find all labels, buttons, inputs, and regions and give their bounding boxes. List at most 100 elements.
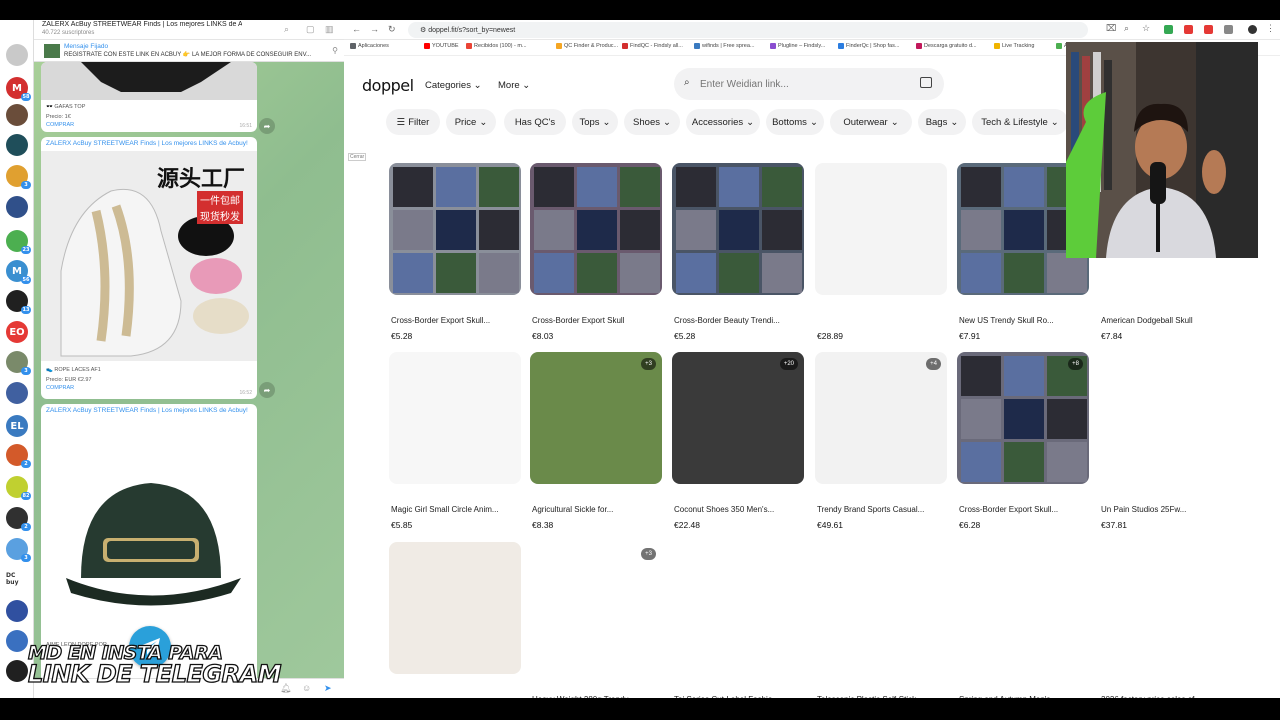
filter-chip[interactable]: Tops ⌄ <box>572 109 618 135</box>
filter-chip[interactable]: Has QC's <box>504 109 566 135</box>
url-field[interactable]: ⚙ doppel.fit/s?sort_by=newest <box>408 22 1088 38</box>
back-icon[interactable]: ← <box>352 24 361 34</box>
filter-label: Price <box>454 116 477 128</box>
chat-folder-avatar[interactable]: 2 <box>6 507 31 531</box>
comments-icon[interactable]: ▢ <box>306 24 315 35</box>
product-image <box>1099 542 1231 674</box>
browser-menu-icon[interactable]: ⋮ <box>1266 23 1275 34</box>
chat-folder-avatar[interactable]: 13 <box>6 290 31 314</box>
chat-folder-avatar[interactable]: M 58 <box>6 77 31 101</box>
bookmark-item[interactable]: QC Finder & Produc... <box>556 43 618 49</box>
chevron-down-icon: ⌄ <box>522 80 531 91</box>
forward-icon[interactable]: ➦ <box>259 382 275 398</box>
filter-chip[interactable]: Accessories ⌄ <box>686 109 760 135</box>
buy-link[interactable]: COMPRAR <box>41 122 257 128</box>
bookmark-item[interactable]: YOUTUBE <box>424 43 459 49</box>
bookmark-item[interactable]: Descarga gratuito d... <box>916 43 977 49</box>
pinned-message-bar[interactable]: Mensaje Fijado REGÍSTRATE CON ESTE LINK … <box>34 40 344 62</box>
chat-folder-avatar[interactable]: M 56 <box>6 260 31 284</box>
search-icon[interactable]: ⌕ <box>284 24 289 35</box>
post-source[interactable]: ZALERX AcBuy STREETWEAR Finds | Los mejo… <box>41 137 257 150</box>
pin-list-icon[interactable]: ⚲ <box>332 46 338 55</box>
send-icon[interactable]: ➤ <box>324 683 332 694</box>
chat-folder-avatar[interactable]: EO <box>6 321 28 343</box>
emoji-icon[interactable]: ☺ <box>302 683 311 693</box>
doppel-logo[interactable]: doppel <box>362 76 414 95</box>
site-info-icon[interactable]: ⚙ <box>420 27 428 34</box>
bell-icon[interactable]: 🔔︎ <box>280 683 291 694</box>
thumbnail-tile <box>479 210 519 250</box>
search-input[interactable] <box>700 75 900 93</box>
chat-folder-avatar[interactable]: 2 <box>6 444 31 468</box>
chat-folder-avatar[interactable] <box>6 104 28 126</box>
product-name: Telescopic Plastic Self-Stick... <box>817 695 947 698</box>
bookmark-item[interactable]: Aplicaciones <box>350 43 389 49</box>
chat-folder-avatar[interactable]: 82 <box>6 476 31 500</box>
chat-folder-avatar[interactable] <box>6 382 28 404</box>
filter-chip[interactable]: Shoes ⌄ <box>624 109 680 135</box>
bookmark-star-icon[interactable]: ☆ <box>1142 23 1150 34</box>
chat-folder-avatar[interactable] <box>6 44 28 66</box>
nav-more[interactable]: More ⌄ <box>498 80 530 91</box>
bookmark-item[interactable]: FindQC - Findsly all... <box>622 43 683 49</box>
bookmark-item[interactable]: Live Tracking <box>994 43 1034 49</box>
post-image: 源头工厂 一件包邮 现货秒发 <box>41 151 257 361</box>
channel-header[interactable]: ZALERX AcBuy STREETWEAR Finds | Los mejo… <box>34 20 344 40</box>
bookmark-item[interactable]: wifinds | Free sprea... <box>694 43 754 49</box>
thumbnail-tile <box>676 210 716 250</box>
chat-folder-avatar[interactable] <box>6 600 28 622</box>
filter-chip[interactable]: Bags ⌄ <box>918 109 966 135</box>
filter-chip[interactable]: ☰ Filter <box>386 109 440 135</box>
chevron-down-icon: ⌄ <box>890 116 899 128</box>
chat-folder-avatar[interactable] <box>6 660 28 682</box>
chevron-down-icon: ⌄ <box>479 116 488 128</box>
chat-folder-avatar[interactable]: DC buy <box>6 568 28 590</box>
webcam-overlay <box>1066 42 1258 258</box>
filter-chip[interactable]: Outerwear ⌄ <box>830 109 912 135</box>
nav-categories[interactable]: Categories ⌄ <box>425 80 482 91</box>
bookmark-label: wifinds | Free sprea... <box>702 43 755 49</box>
thumbnail-tile <box>577 167 617 207</box>
extension-icon[interactable] <box>1184 25 1193 34</box>
chat-folder-avatar[interactable] <box>6 134 28 156</box>
thumbnail-tile <box>676 253 716 293</box>
banner-tag: 现货秒发 <box>197 207 243 224</box>
translate-icon[interactable]: ⌧ <box>1106 23 1116 34</box>
chat-folder-avatar[interactable]: 3 <box>6 351 31 375</box>
nav-label: More <box>498 80 520 91</box>
product-name: Heavy Weight 280g Trendy... <box>532 695 662 698</box>
product-price: €5.28 <box>391 331 413 341</box>
search-box[interactable]: ⌕ <box>674 68 944 100</box>
chat-folder-avatar[interactable]: 23 <box>6 230 31 254</box>
thumbnail-tile <box>393 167 433 207</box>
extension-icon[interactable] <box>1164 25 1173 34</box>
profile-avatar[interactable] <box>1248 25 1257 34</box>
chat-folder-avatar[interactable] <box>6 196 28 218</box>
filter-chip[interactable]: Price ⌄ <box>446 109 496 135</box>
zoom-icon[interactable]: ⌕ <box>1124 23 1129 34</box>
product-image: +3 <box>530 542 662 674</box>
forward-nav-icon[interactable]: → <box>370 24 379 34</box>
extension-icon[interactable] <box>1204 25 1213 34</box>
extensions-puzzle-icon[interactable] <box>1224 25 1233 34</box>
bookmark-label: Recibidos (100) - m... <box>474 43 527 49</box>
chat-folder-avatar[interactable]: EL <box>6 415 28 437</box>
chat-folder-avatar[interactable]: 3 <box>6 165 31 189</box>
image-search-icon[interactable] <box>920 77 932 88</box>
chat-folder-avatar[interactable] <box>6 630 28 652</box>
filter-chip[interactable]: Tech & Lifestyle ⌄ <box>972 109 1068 135</box>
reload-icon[interactable]: ↻ <box>388 24 396 35</box>
bookmark-item[interactable]: FinderQc | Shop fas... <box>838 43 899 49</box>
forward-icon[interactable]: ➦ <box>259 118 275 134</box>
chat-folder-avatar[interactable]: 3 <box>6 538 31 562</box>
filter-chip[interactable]: Bottoms ⌄ <box>766 109 824 135</box>
overlay-caption-line2: LINK DE TELEGRAM <box>27 659 282 688</box>
bookmark-item[interactable]: Recibidos (100) - m... <box>466 43 527 49</box>
post-source[interactable]: ZALERX AcBuy STREETWEAR Finds | Los mejo… <box>41 404 257 417</box>
bookmark-item[interactable]: Plugline – Findsly... <box>770 43 825 49</box>
buy-link[interactable]: COMPRAR <box>41 385 257 391</box>
sidebar-toggle-icon[interactable]: ▥ <box>325 24 334 35</box>
channel-post: ZALERX AcBuy STREETWEAR Finds | Los mejo… <box>41 137 257 399</box>
close-button[interactable]: Cerrar <box>348 153 367 161</box>
product-name: Coconut Shoes 350 Men's... <box>674 505 775 514</box>
